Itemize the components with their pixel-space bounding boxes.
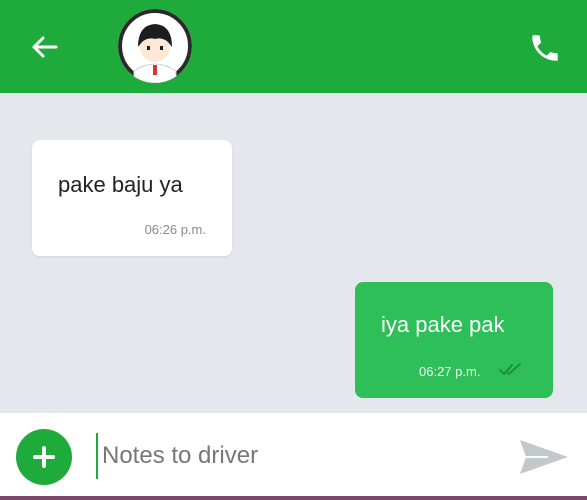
message-text: iya pake pak [381,312,505,337]
phone-icon [532,35,558,61]
send-icon [520,440,568,474]
call-button[interactable] [524,28,566,68]
arrow-left-icon [32,36,58,58]
message-time: 06:27 p.m. [419,364,481,379]
incoming-message: pake baju ya 06:26 p.m. [32,140,232,256]
plus-icon [33,446,55,468]
notes-to-driver-input[interactable] [96,433,492,479]
avatar[interactable] [118,9,192,83]
message-time: 06:26 p.m. [144,222,206,237]
back-button[interactable] [26,30,62,64]
message-text: pake baju ya [58,172,183,197]
outgoing-message: iya pake pak 06:27 p.m. [355,282,553,398]
add-button[interactable] [16,429,72,485]
composer-bar [0,413,587,500]
double-check-icon [499,363,521,375]
window-bottom-edge [0,496,587,500]
chat-header [0,0,587,93]
send-button[interactable] [516,435,572,479]
message-list: pake baju ya 06:26 p.m. iya pake pak 06:… [0,93,587,413]
driver-avatar-icon [118,9,192,83]
